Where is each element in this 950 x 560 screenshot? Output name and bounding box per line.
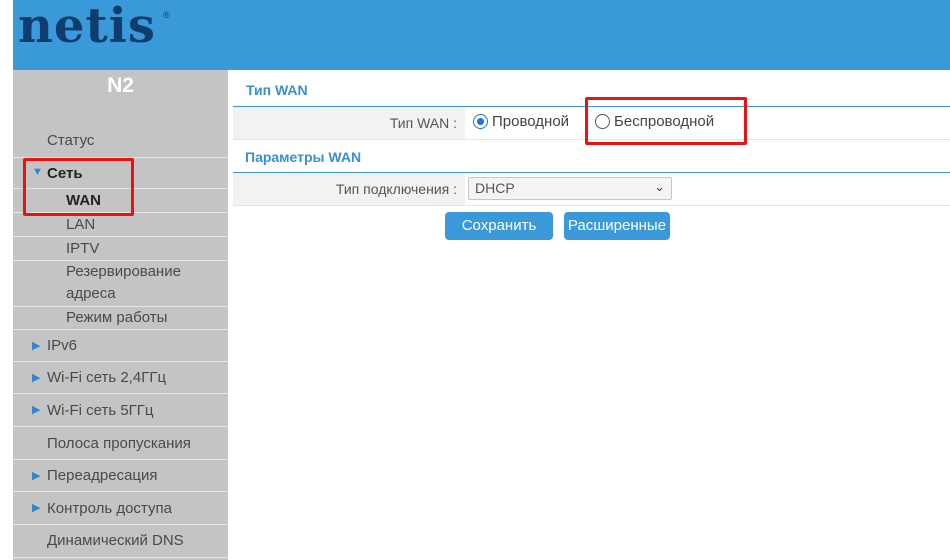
chevron-down-icon: ⌄ <box>654 179 665 194</box>
connection-type-row: Тип подключения : DHCP ⌄ <box>233 173 950 206</box>
highlight-box-network-wan <box>23 158 134 216</box>
sidebar-item-forwarding[interactable]: ▶ Переадресация <box>13 460 228 492</box>
radio-wired-label[interactable]: Проводной <box>492 113 569 130</box>
sidebar-item-wifi-5[interactable]: ▶ Wi-Fi сеть 5ГГц <box>13 394 228 427</box>
sidebar-item-iptv[interactable]: IPTV <box>13 237 228 261</box>
connection-type-select[interactable]: DHCP ⌄ <box>468 177 672 200</box>
registered-mark: ® <box>163 10 170 20</box>
sidebar-item-label: адреса <box>66 285 116 302</box>
model-name: N2 <box>107 74 134 97</box>
sidebar-item-access-control[interactable]: ▶ Контроль доступа <box>13 492 228 525</box>
sidebar-item-label: Статус <box>47 132 95 149</box>
sidebar-item-address-reservation[interactable]: Резервирование адреса <box>13 261 228 307</box>
highlight-box-wireless <box>585 97 747 145</box>
sidebar-item-label: IPv6 <box>47 337 78 354</box>
advanced-button[interactable]: Расширенные <box>564 212 670 240</box>
radio-wired[interactable] <box>473 114 488 129</box>
sidebar-item-bandwidth[interactable]: Полоса пропускания <box>13 427 228 460</box>
sidebar-item-label: Wi-Fi сеть 2,4ГГц <box>47 369 167 386</box>
connection-type-label: Тип подключения : <box>233 173 465 205</box>
sidebar-item-label: Переадресация <box>47 467 158 484</box>
sidebar-item-label: Режим работы <box>66 309 168 326</box>
sidebar-item-ipv6[interactable]: ▶ IPv6 <box>13 330 228 362</box>
header-bar: netis ® <box>13 0 950 70</box>
left-gutter <box>0 0 13 560</box>
sidebar-item-label: Wi-Fi сеть 5ГГц <box>47 402 154 419</box>
triangle-right-icon: ▶ <box>32 340 41 352</box>
triangle-right-icon: ▶ <box>32 502 41 514</box>
triangle-right-icon: ▶ <box>32 470 41 482</box>
sidebar-item-status[interactable]: Статус <box>13 126 228 158</box>
save-button[interactable]: Сохранить <box>445 212 553 240</box>
netis-logo: netis <box>18 0 156 54</box>
sidebar-item-wifi-24[interactable]: ▶ Wi-Fi сеть 2,4ГГц <box>13 362 228 394</box>
sidebar-item-label: Резервирование <box>66 263 181 280</box>
triangle-right-icon: ▶ <box>32 372 41 384</box>
sidebar-item-lan[interactable]: LAN <box>13 213 228 237</box>
sidebar-item-ddns[interactable]: Динамический DNS <box>13 525 228 558</box>
sidebar-item-operation-mode[interactable]: Режим работы <box>13 307 228 330</box>
connection-type-value: DHCP <box>475 180 515 196</box>
section-title-wan-type: Тип WAN <box>246 82 308 98</box>
triangle-right-icon: ▶ <box>32 404 41 416</box>
sidebar-item-label: IPTV <box>66 240 100 257</box>
sidebar-item-label: Динамический DNS <box>47 532 184 549</box>
sidebar-item-label: Контроль доступа <box>47 500 172 517</box>
wan-type-label: Тип WAN : <box>233 107 465 139</box>
sidebar-item-label: Полоса пропускания <box>47 435 191 452</box>
section-title-wan-params: Параметры WAN <box>245 149 362 165</box>
sidebar: N2 Статус ▼ Сеть WAN LAN IPTV Резервиров… <box>13 70 228 560</box>
sidebar-item-label: LAN <box>66 216 96 233</box>
